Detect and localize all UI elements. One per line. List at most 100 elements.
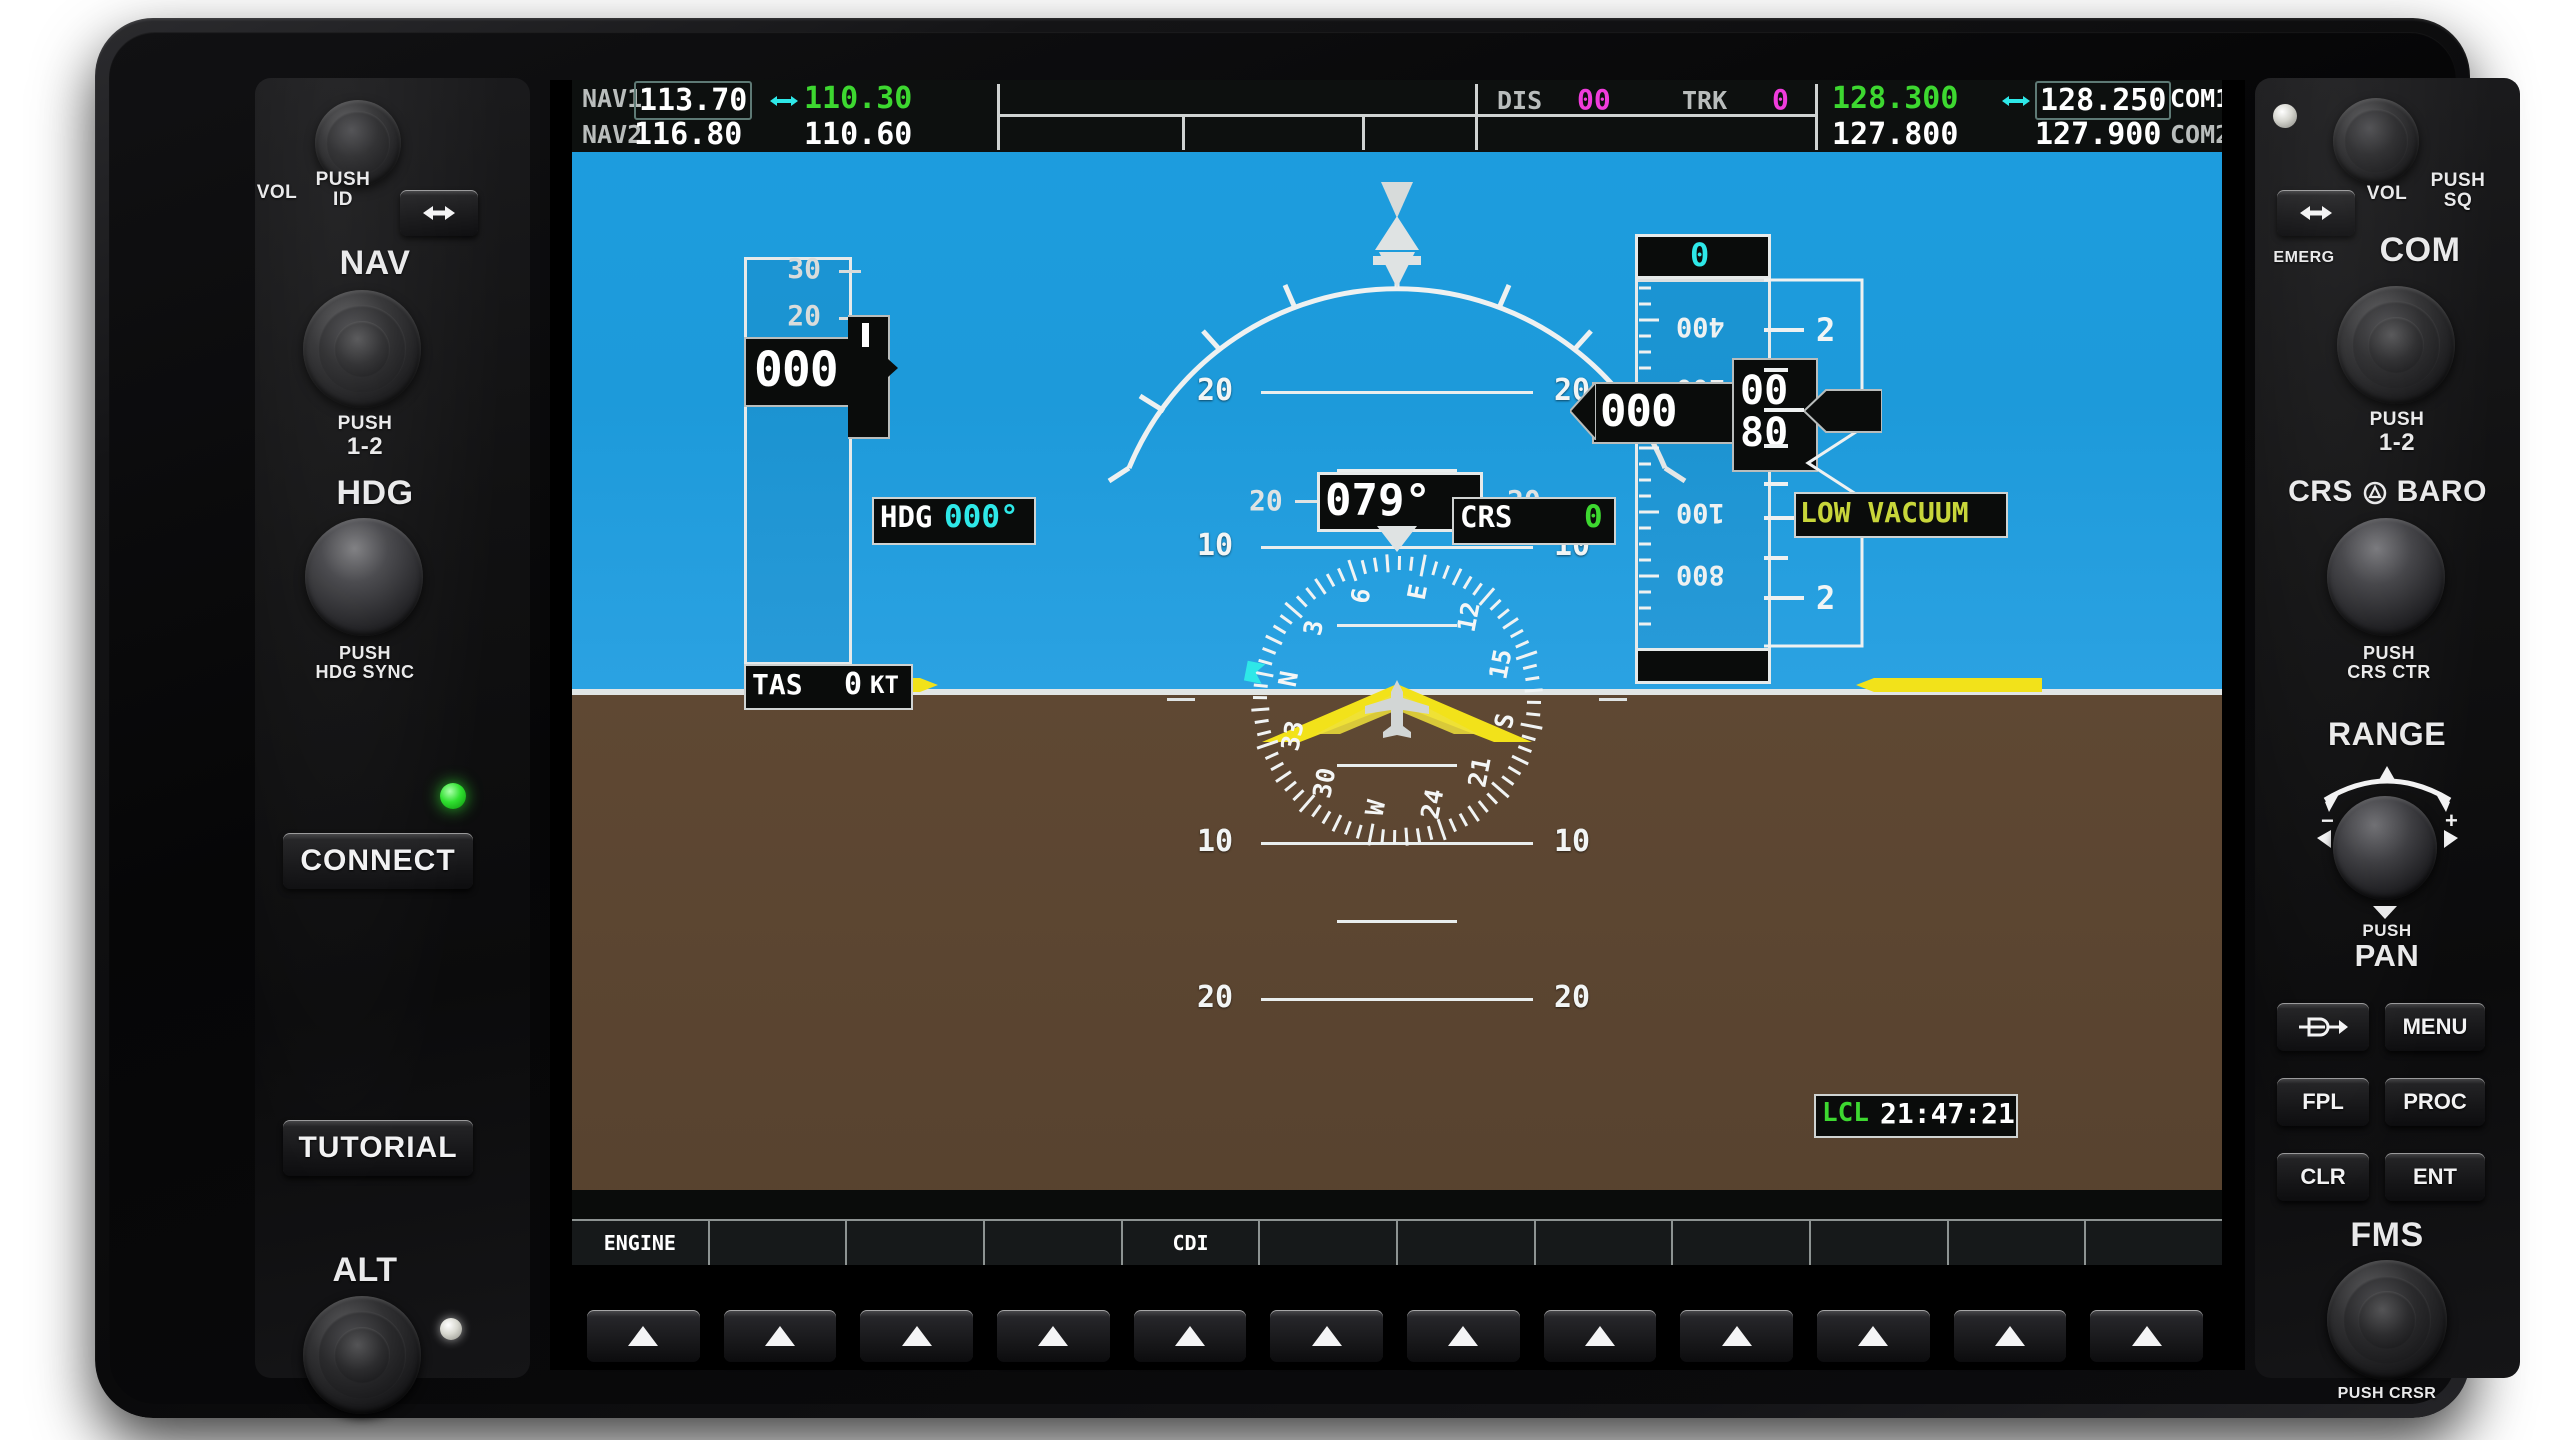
emerg-label: EMERG [2273, 249, 2335, 266]
direct-to-button[interactable] [2277, 1003, 2369, 1051]
photocell-sensor [2273, 104, 2297, 128]
softkey-label-10[interactable] [1811, 1221, 1949, 1265]
softkey-label-11[interactable] [1949, 1221, 2087, 1265]
airspeed-tick-20: 20 [787, 299, 821, 332]
nav-volume-knob[interactable] [315, 100, 401, 186]
up-arrow-icon [1858, 1326, 1889, 1346]
softkey-label-9[interactable] [1673, 1221, 1812, 1265]
nav2-standby-frequency[interactable]: 116.80 [634, 117, 742, 152]
nav1-active-frequency[interactable]: 110.30 [804, 81, 912, 116]
softkey-button-9[interactable] [1680, 1310, 1794, 1362]
softkey-label-3[interactable] [847, 1221, 986, 1265]
topbar-divider-h1 [997, 114, 1477, 117]
softkey-label-4[interactable] [985, 1221, 1123, 1265]
com-swap-button[interactable] [2277, 190, 2355, 236]
vsi-pointer-icon [1804, 389, 1882, 433]
com2-label: COM2 [2170, 120, 2222, 149]
softkey-button-1[interactable] [587, 1310, 700, 1362]
nav-frequency-knob[interactable] [303, 290, 421, 408]
softkey-button-11[interactable] [1953, 1310, 2067, 1362]
nav-section-label: NAV [339, 244, 411, 282]
connect-button[interactable]: CONNECT [283, 833, 473, 889]
nav1-standby-frequency[interactable]: 113.70 [634, 81, 753, 120]
svg-text:2: 2 [1816, 311, 1835, 349]
softkey-button-4[interactable] [997, 1310, 1110, 1362]
topbar-divider-1 [997, 84, 1000, 150]
push-id-line2: ID [333, 188, 353, 210]
range-pan-joystick[interactable] [2333, 796, 2437, 900]
softkey-label-8[interactable] [1536, 1221, 1674, 1265]
softkey-label-2[interactable] [710, 1221, 848, 1265]
menu-button[interactable]: MENU [2385, 1003, 2485, 1051]
softkey-label-1[interactable]: ENGINE [572, 1221, 710, 1265]
tutorial-button[interactable]: TUTORIAL [283, 1120, 473, 1176]
hdg-push-line2: HDG SYNC [315, 661, 415, 682]
compass-rose[interactable]: N 3 6 E 12 15 S 21 24 W 30 33 [1237, 540, 1557, 860]
crs-push-line2: CRS CTR [2347, 661, 2431, 682]
heading-readout: 079° [1325, 475, 1431, 526]
softkey-button-5[interactable] [1133, 1310, 1247, 1362]
push-sq-line2: SQ [2443, 189, 2473, 211]
pan-label: PAN [2354, 938, 2420, 973]
hdg-bug-label: HDG [880, 500, 933, 534]
softkey-button-8[interactable] [1543, 1310, 1657, 1362]
time-value: 21:47:21 [1880, 1097, 2015, 1130]
softkey-button-6[interactable] [1270, 1310, 1384, 1362]
altitude-tape-bottom-box [1635, 648, 1771, 684]
up-arrow-icon [1721, 1326, 1752, 1346]
softkey-button-3[interactable] [860, 1310, 974, 1362]
softkey-button-row [575, 1310, 2215, 1362]
softkey-button-2[interactable] [723, 1310, 837, 1362]
svg-text:21: 21 [1462, 755, 1496, 790]
svg-text:W: W [1360, 797, 1392, 818]
range-arrows-icon: − + [2317, 766, 2458, 848]
swap-arrows-icon [423, 206, 455, 220]
nav-swap-arrows-icon[interactable] [768, 94, 800, 108]
alt-indicator-led [440, 1318, 462, 1340]
attitude-indicator: 20 20 10 10 10 10 20 20 30 20 000 TAS 0 … [572, 152, 2222, 1190]
softkey-button-12[interactable] [2090, 1310, 2204, 1362]
softkey-button-7[interactable] [1407, 1310, 1520, 1362]
clr-button[interactable]: CLR [2277, 1153, 2369, 1201]
com2-active-frequency[interactable]: 127.800 [1832, 117, 1958, 152]
left-bezel-panel: VOL PUSH ID NAV PUSH 1-2 HDG PUSH HDG SY… [255, 78, 530, 1414]
nav-push-line2: 1-2 [346, 432, 384, 460]
svg-text:6: 6 [1345, 586, 1376, 606]
softkey-label-7[interactable] [1398, 1221, 1536, 1265]
crs-label: CRS [2288, 475, 2353, 508]
right-bezel-panel: VOL PUSH SQ EMERG COM PUSH 1-2 CRS BARO [2255, 78, 2520, 1402]
crs-baro-knob[interactable] [2327, 518, 2445, 636]
com1-standby-frequency[interactable]: 128.250 [2035, 81, 2172, 120]
com2-standby-frequency[interactable]: 127.900 [2035, 117, 2161, 152]
proc-button[interactable]: PROC [2385, 1078, 2485, 1126]
pan-down-arrow-icon [2373, 906, 2397, 919]
softkey-label-12[interactable] [2086, 1221, 2222, 1265]
up-arrow-icon [765, 1326, 795, 1346]
ent-button[interactable]: ENT [2385, 1153, 2485, 1201]
com-volume-knob[interactable] [2333, 98, 2419, 184]
softkey-label-5[interactable]: CDI [1123, 1221, 1261, 1265]
nav-vol-label: VOL [256, 182, 298, 203]
push-sq-line1: PUSH [2430, 170, 2486, 191]
svg-text:33: 33 [1275, 718, 1309, 753]
alt-section-label: ALT [332, 1251, 398, 1289]
tutorial-button-label: TUTORIAL [298, 1131, 458, 1164]
svg-text:N: N [1273, 669, 1304, 689]
com-push-line1: PUSH [2369, 409, 2425, 430]
fms-knob[interactable] [2327, 1260, 2447, 1380]
softkey-label-6[interactable] [1260, 1221, 1399, 1265]
dis-label: DIS [1497, 86, 1543, 115]
airspeed-tick-30: 30 [787, 252, 821, 285]
pitch-label-20-down-right: 20 [1554, 979, 1591, 1015]
fpl-button[interactable]: FPL [2277, 1078, 2369, 1126]
heading-knob[interactable] [305, 518, 423, 636]
altitude-knob[interactable] [303, 1296, 421, 1414]
softkey-button-10[interactable] [1817, 1310, 1930, 1362]
pfd-display[interactable]: NAV1 113.70 110.30 NAV2 116.80 110.60 DI… [572, 80, 2222, 1265]
nav-swap-button[interactable] [400, 190, 478, 236]
up-arrow-icon [1311, 1326, 1342, 1346]
com-frequency-knob[interactable] [2337, 286, 2455, 404]
nav2-active-frequency[interactable]: 110.60 [804, 117, 912, 152]
com-swap-arrows-icon[interactable] [2000, 94, 2032, 108]
com1-active-frequency[interactable]: 128.300 [1832, 81, 1958, 116]
